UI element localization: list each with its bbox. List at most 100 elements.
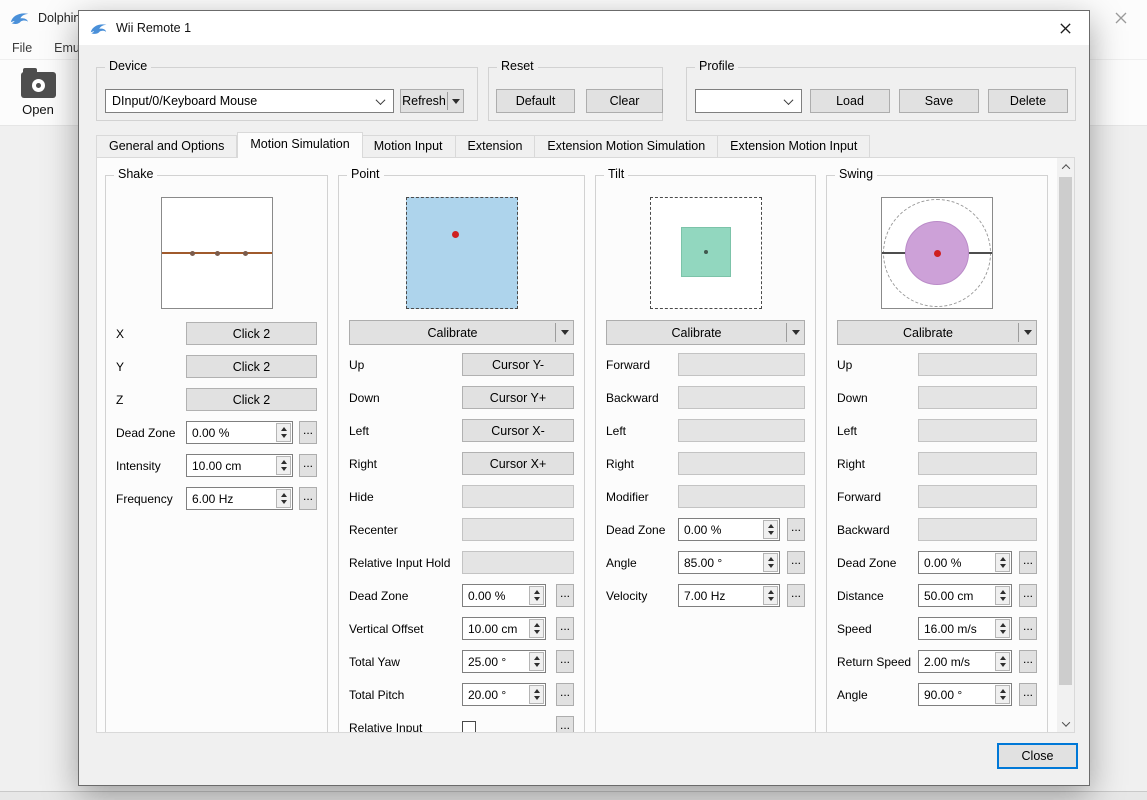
dialog-close-icon[interactable] <box>1051 17 1079 40</box>
shake-dead-zone-advanced-button[interactable]: ... <box>299 421 317 444</box>
vertical-scrollbar[interactable] <box>1057 158 1074 732</box>
point-recenter-mapping-button[interactable] <box>462 518 574 541</box>
spinner-buttons[interactable] <box>995 619 1010 638</box>
open-button[interactable]: Open <box>12 66 64 117</box>
point-vertical-offset-spinbox[interactable]: 10.00 cm <box>462 617 546 640</box>
row-label: Forward <box>837 490 881 504</box>
shake-z-mapping-button[interactable]: Click 2 <box>186 388 317 411</box>
spinner-buttons[interactable] <box>276 423 291 442</box>
shake-frequency-spinbox[interactable]: 6.00 Hz <box>186 487 293 510</box>
swing-angle-spinbox[interactable]: 90.00 ° <box>918 683 1012 706</box>
refresh-button[interactable]: Refresh <box>400 89 464 113</box>
save-button[interactable]: Save <box>899 89 979 113</box>
point-total-yaw-spinbox[interactable]: 25.00 ° <box>462 650 546 673</box>
shake-dead-zone-spinbox[interactable]: 0.00 % <box>186 421 293 444</box>
swing-forward-mapping-button[interactable] <box>918 485 1037 508</box>
calibrate-dropdown-arrow-icon[interactable] <box>556 330 573 335</box>
swing-down-mapping-button[interactable] <box>918 386 1037 409</box>
scroll-up-icon[interactable] <box>1057 158 1074 175</box>
tab-motion-simulation[interactable]: Motion Simulation <box>237 132 362 158</box>
tilt-forward-mapping-button[interactable] <box>678 353 805 376</box>
tab-extension[interactable]: Extension <box>456 135 536 158</box>
shake-intensity-spinbox[interactable]: 10.00 cm <box>186 454 293 477</box>
spinner-buttons[interactable] <box>763 586 778 605</box>
tilt-angle-advanced-button[interactable]: ... <box>787 551 805 574</box>
calibrate-dropdown-arrow-icon[interactable] <box>1019 330 1036 335</box>
spinner-buttons[interactable] <box>995 685 1010 704</box>
spinner-buttons[interactable] <box>995 586 1010 605</box>
point-total-yaw-advanced-button[interactable]: ... <box>556 650 574 673</box>
tilt-angle-spinbox[interactable]: 85.00 ° <box>678 551 780 574</box>
swing-speed-advanced-button[interactable]: ... <box>1019 617 1037 640</box>
spinner-buttons[interactable] <box>763 553 778 572</box>
swing-distance-spinbox[interactable]: 50.00 cm <box>918 584 1012 607</box>
tab-general-and-options[interactable]: General and Options <box>96 135 237 158</box>
point-calibrate-button[interactable]: Calibrate <box>349 320 574 345</box>
spinner-buttons[interactable] <box>529 619 544 638</box>
swing-dead-zone-advanced-button[interactable]: ... <box>1019 551 1037 574</box>
point-vertical-offset-advanced-button[interactable]: ... <box>556 617 574 640</box>
main-window-close-icon[interactable] <box>1107 6 1135 30</box>
tab-extension-motion-simulation[interactable]: Extension Motion Simulation <box>535 135 718 158</box>
swing-return-speed-spinbox[interactable]: 2.00 m/s <box>918 650 1012 673</box>
tilt-backward-mapping-button[interactable] <box>678 386 805 409</box>
spinner-buttons[interactable] <box>276 456 291 475</box>
shake-x-mapping-button[interactable]: Click 2 <box>186 322 317 345</box>
tilt-calibrate-button[interactable]: Calibrate <box>606 320 805 345</box>
device-combobox[interactable]: DInput/0/Keyboard Mouse <box>105 89 394 113</box>
swing-return-speed-advanced-button[interactable]: ... <box>1019 650 1037 673</box>
spinner-buttons[interactable] <box>763 520 778 539</box>
shake-frequency-advanced-button[interactable]: ... <box>299 487 317 510</box>
delete-button[interactable]: Delete <box>988 89 1068 113</box>
point-relative-input-checkbox[interactable] <box>462 721 476 733</box>
row-label: Distance <box>837 589 884 603</box>
point-hide-mapping-button[interactable] <box>462 485 574 508</box>
swing-backward-mapping-button[interactable] <box>918 518 1037 541</box>
tilt-dead-zone-advanced-button[interactable]: ... <box>787 518 805 541</box>
spinner-buttons[interactable] <box>529 652 544 671</box>
shake-y-mapping-button[interactable]: Click 2 <box>186 355 317 378</box>
tilt-velocity-advanced-button[interactable]: ... <box>787 584 805 607</box>
spinner-buttons[interactable] <box>995 553 1010 572</box>
swing-angle-advanced-button[interactable]: ... <box>1019 683 1037 706</box>
tab-motion-input[interactable]: Motion Input <box>362 135 456 158</box>
spinner-buttons[interactable] <box>529 685 544 704</box>
swing-speed-spinbox[interactable]: 16.00 m/s <box>918 617 1012 640</box>
scrollbar-thumb[interactable] <box>1059 177 1072 685</box>
swing-distance-advanced-button[interactable]: ... <box>1019 584 1037 607</box>
calibrate-dropdown-arrow-icon[interactable] <box>787 330 804 335</box>
point-relative-input-hold-mapping-button[interactable] <box>462 551 574 574</box>
menu-file[interactable]: File <box>12 41 32 55</box>
close-button[interactable]: Close <box>997 743 1078 769</box>
tilt-modifier-mapping-button[interactable] <box>678 485 805 508</box>
point-dead-zone-advanced-button[interactable]: ... <box>556 584 574 607</box>
spinner-buttons[interactable] <box>276 489 291 508</box>
point-up-mapping-button[interactable]: Cursor Y- <box>462 353 574 376</box>
point-right-mapping-button[interactable]: Cursor X+ <box>462 452 574 475</box>
tab-extension-motion-input[interactable]: Extension Motion Input <box>718 135 870 158</box>
swing-dead-zone-spinbox[interactable]: 0.00 % <box>918 551 1012 574</box>
point-relative-input-advanced-button[interactable]: ... <box>556 716 574 732</box>
point-total-pitch-advanced-button[interactable]: ... <box>556 683 574 706</box>
default-button[interactable]: Default <box>496 89 575 113</box>
point-down-mapping-button[interactable]: Cursor Y+ <box>462 386 574 409</box>
scroll-down-icon[interactable] <box>1057 715 1074 732</box>
point-dead-zone-spinbox[interactable]: 0.00 % <box>462 584 546 607</box>
tilt-left-mapping-button[interactable] <box>678 419 805 442</box>
shake-intensity-advanced-button[interactable]: ... <box>299 454 317 477</box>
spinner-buttons[interactable] <box>529 586 544 605</box>
tilt-velocity-spinbox[interactable]: 7.00 Hz <box>678 584 780 607</box>
clear-button[interactable]: Clear <box>586 89 663 113</box>
tilt-right-mapping-button[interactable] <box>678 452 805 475</box>
swing-up-mapping-button[interactable] <box>918 353 1037 376</box>
profile-combobox[interactable] <box>695 89 802 113</box>
swing-left-mapping-button[interactable] <box>918 419 1037 442</box>
swing-calibrate-button[interactable]: Calibrate <box>837 320 1037 345</box>
spinner-buttons[interactable] <box>995 652 1010 671</box>
refresh-dropdown-arrow-icon[interactable] <box>448 99 463 104</box>
swing-right-mapping-button[interactable] <box>918 452 1037 475</box>
point-left-mapping-button[interactable]: Cursor X- <box>462 419 574 442</box>
tilt-dead-zone-spinbox[interactable]: 0.00 % <box>678 518 780 541</box>
load-button[interactable]: Load <box>810 89 890 113</box>
point-total-pitch-spinbox[interactable]: 20.00 ° <box>462 683 546 706</box>
